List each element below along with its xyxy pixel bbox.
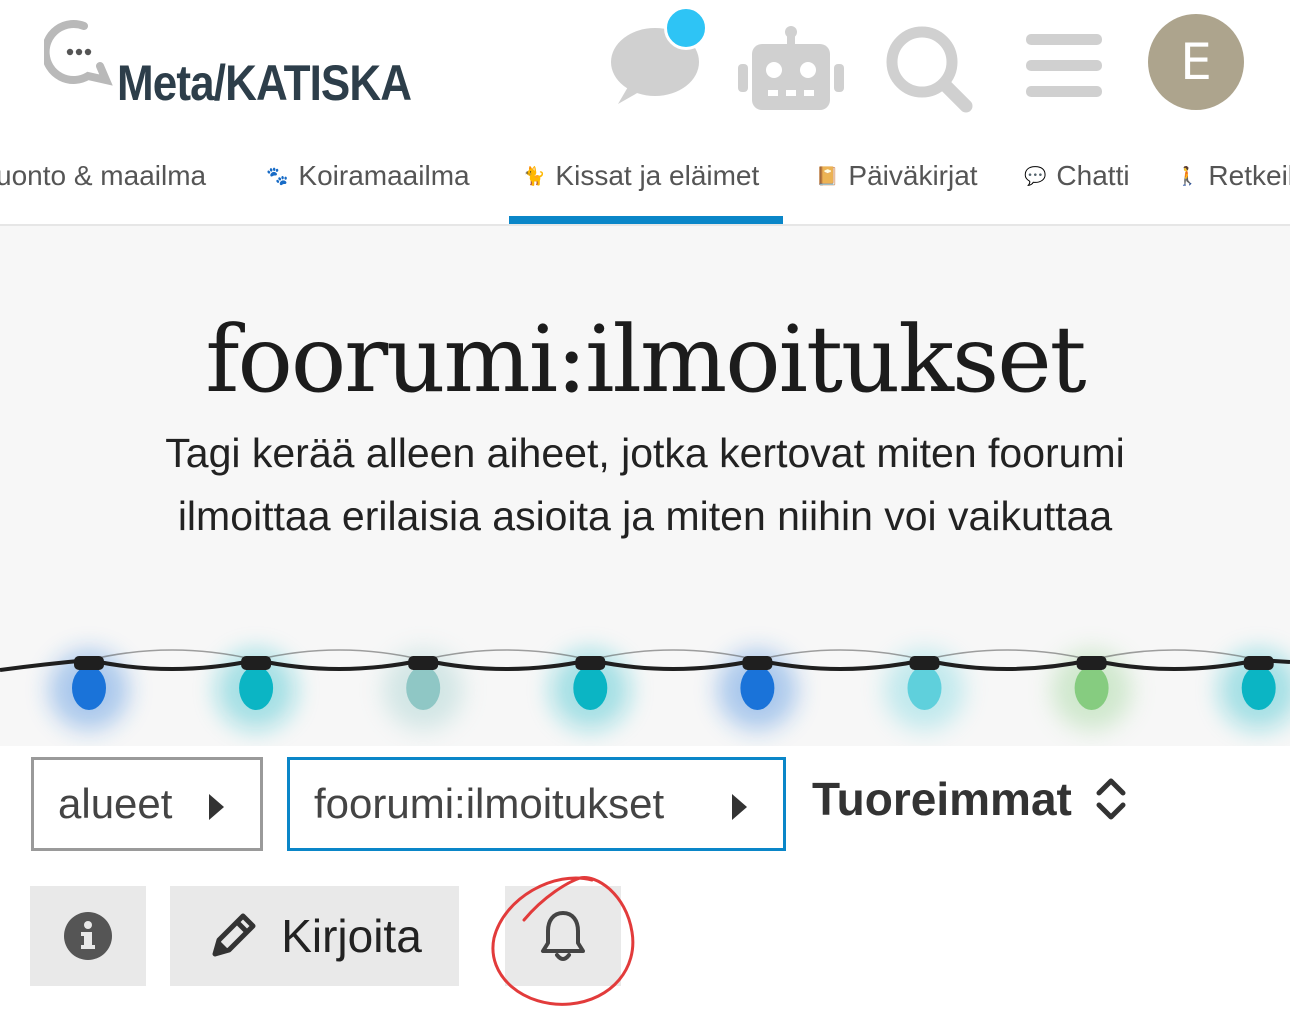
hiking-icon: 🚶 (1176, 165, 1199, 186)
sort-updown-icon (1096, 778, 1126, 820)
light-bulb (740, 666, 775, 710)
sort-dropdown[interactable]: Tuoreimmat (812, 772, 1128, 826)
nav-item-koiramaailma[interactable]: 🐾 Koiramaailma (266, 160, 470, 192)
light-socket (74, 656, 104, 670)
light-bulb (907, 666, 942, 710)
nav-item-label: Retkeil (1208, 160, 1290, 191)
site-logo[interactable]: Meta/KATISKA (44, 18, 444, 118)
page-title: foorumi:ilmoitukset (205, 306, 1086, 413)
nav-item-luonto[interactable]: uonto & maailma (0, 160, 206, 192)
paw-icon: 🐾 (266, 165, 289, 186)
light-bulb (72, 666, 106, 710)
nav-item-label: Päiväkirjat (848, 160, 978, 191)
tag-description: Tagi kerää alleen aiheet, jotka kertovat… (165, 430, 1125, 539)
book-icon: 📔 (816, 165, 839, 186)
notification-badge (664, 6, 708, 50)
tag-banner: foorumi:ilmoitukset Tagi kerää alleen ai… (0, 226, 1290, 746)
logo-chat-icon (44, 20, 113, 86)
nav-item-label: Kissat ja eläimet (555, 160, 760, 191)
site-name: Meta/KATISKA (117, 55, 412, 111)
site-header: Meta/KATISKA E (0, 0, 1290, 130)
caret-right-icon (209, 794, 224, 820)
light-socket (909, 656, 940, 670)
nav-item-label: uonto & maailma (0, 160, 207, 191)
light-socket (742, 656, 773, 670)
create-topic-button[interactable]: Kirjoita (170, 886, 459, 986)
sort-label: Tuoreimmat (812, 773, 1072, 825)
tag-info-button[interactable] (30, 886, 146, 986)
light-socket (1076, 656, 1107, 670)
user-avatar[interactable]: E (1148, 14, 1244, 110)
category-nav: uonto & maailma 🐾 Koiramaailma 🐈 Kissat … (0, 130, 1290, 226)
info-icon (64, 912, 112, 960)
nav-item-retkeily[interactable]: 🚶 Retkeil (1176, 160, 1290, 192)
category-dropdown[interactable]: alueet (31, 757, 263, 851)
light-socket (408, 656, 439, 670)
red-circle-annotation (491, 876, 635, 1006)
nav-item-label: Koiramaailma (298, 160, 470, 191)
light-bulb (406, 666, 441, 710)
nav-item-chatti[interactable]: 💬 Chatti (1024, 160, 1130, 192)
light-bulb (1074, 666, 1109, 710)
robot-icon[interactable] (736, 26, 846, 112)
tag-dropdown-label: foorumi:ilmoitukset (314, 780, 665, 827)
tag-dropdown[interactable]: foorumi:ilmoitukset (287, 757, 786, 851)
light-socket (241, 656, 272, 670)
nav-item-label: Chatti (1056, 160, 1130, 191)
light-socket (575, 656, 606, 670)
create-topic-label: Kirjoita (281, 910, 422, 962)
light-socket (1243, 656, 1274, 670)
search-icon[interactable] (884, 24, 974, 114)
cat-icon: 🐈 (523, 165, 546, 186)
pencil-icon (212, 913, 256, 957)
nav-item-kissat[interactable]: 🐈 Kissat ja eläimet (523, 160, 759, 192)
caret-right-icon (732, 794, 747, 820)
light-bulb (573, 666, 608, 710)
christmas-lights-decoration (0, 649, 1290, 730)
active-tab-indicator (509, 216, 783, 224)
comments-icon: 💬 (1024, 165, 1047, 186)
nav-item-paivakirjat[interactable]: 📔 Päiväkirjat (816, 160, 978, 192)
hamburger-menu-icon[interactable] (1026, 32, 1102, 100)
category-dropdown-label: alueet (58, 780, 173, 827)
light-bulb (1241, 666, 1276, 710)
light-bulb (239, 666, 274, 710)
